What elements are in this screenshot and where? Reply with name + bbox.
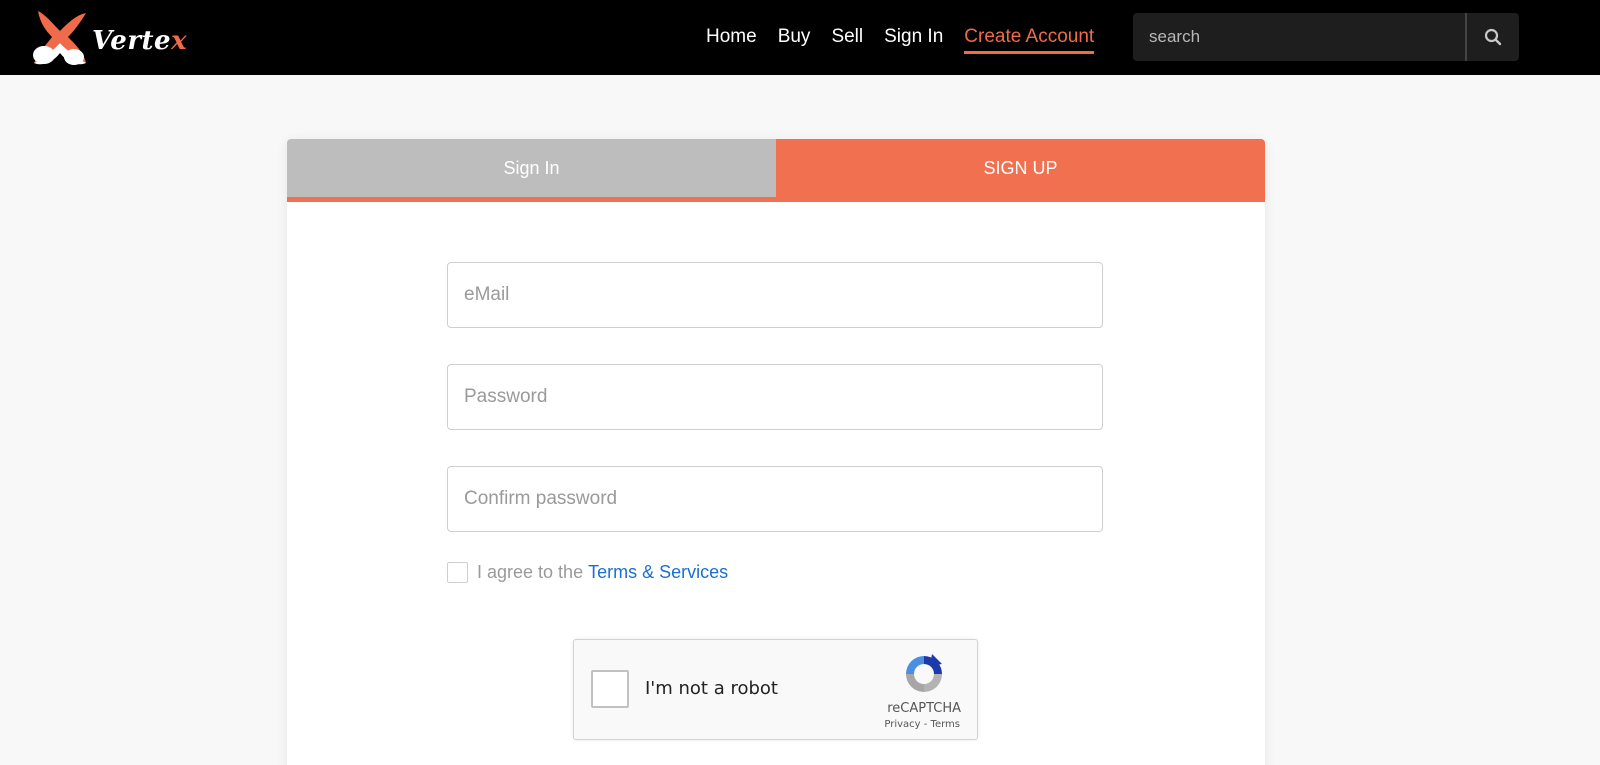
password-field[interactable]: [464, 386, 1086, 408]
email-field[interactable]: [464, 284, 1086, 306]
brand-name: Vertex: [92, 26, 188, 56]
email-field-wrapper: [447, 262, 1103, 328]
tab-sign-up[interactable]: SIGN UP: [776, 139, 1265, 197]
auth-card: Sign In SIGN UP I agree to the Terms & S…: [287, 139, 1265, 765]
auth-tabs: Sign In SIGN UP: [287, 139, 1265, 202]
recaptcha-checkbox[interactable]: [591, 670, 629, 708]
terms-checkbox[interactable]: [447, 562, 468, 583]
nav-home[interactable]: Home: [706, 24, 757, 54]
confirm-password-field[interactable]: [464, 488, 1086, 510]
recaptcha-links[interactable]: Privacy - Terms: [884, 719, 960, 730]
confirm-password-field-wrapper: [447, 466, 1103, 532]
nav-create-account[interactable]: Create Account: [964, 24, 1095, 54]
recaptcha-label: I'm not a robot: [645, 678, 778, 699]
recaptcha-icon: [906, 654, 942, 692]
vertex-logo-icon: [33, 11, 86, 65]
top-navbar: Vertex Home Buy Sell Sign In Create Acco…: [0, 0, 1600, 75]
terms-label: I agree to the: [477, 562, 584, 582]
nav-sign-in[interactable]: Sign In: [884, 24, 943, 54]
main-nav: Home Buy Sell Sign In Create Account: [706, 24, 1115, 54]
nav-buy[interactable]: Buy: [778, 24, 811, 54]
signup-form: I agree to the Terms & Services: [447, 262, 1103, 583]
brand-logo[interactable]: Vertex: [30, 6, 190, 68]
recaptcha-widget: I'm not a robot reCAPTCHA Privacy - Term…: [573, 639, 978, 740]
search-icon: [1484, 28, 1502, 46]
recaptcha-brand: reCAPTCHA: [887, 701, 961, 716]
nav-sell[interactable]: Sell: [831, 24, 863, 54]
tab-sign-in[interactable]: Sign In: [287, 139, 776, 197]
search-button[interactable]: [1465, 13, 1519, 61]
password-field-wrapper: [447, 364, 1103, 430]
terms-link[interactable]: Terms & Services: [588, 562, 728, 583]
search-input[interactable]: [1133, 13, 1465, 61]
search-bar: [1133, 13, 1519, 61]
terms-agreement: I agree to the Terms & Services: [447, 562, 1103, 583]
